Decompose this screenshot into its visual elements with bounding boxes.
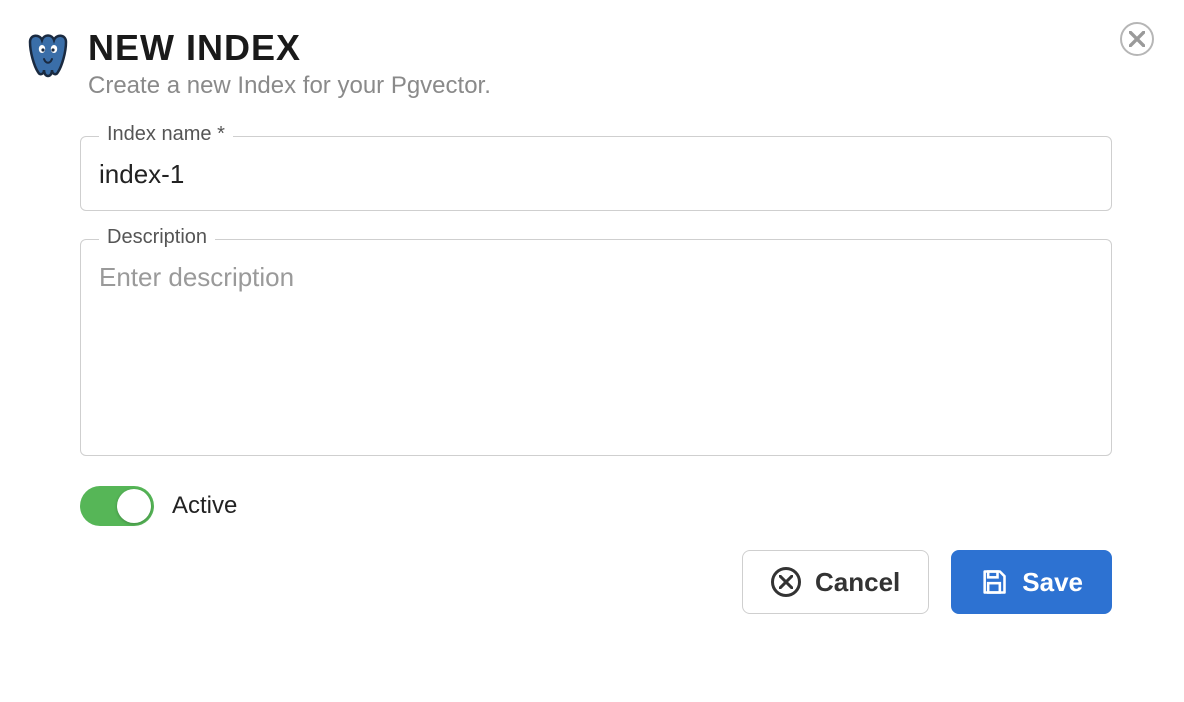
new-index-modal: NEW INDEX Create a new Index for your Pg… [0,0,1184,650]
actions-row: Cancel Save [80,550,1112,614]
index-name-label: Index name * [99,123,233,146]
description-label: Description [99,226,215,249]
cancel-icon [771,567,801,597]
form-area: Index name * Description Active Cancel [24,136,1148,614]
modal-subtitle: Create a new Index for your Pgvector. [88,72,1148,100]
toggle-knob [117,489,151,523]
active-toggle-row: Active [80,486,1112,526]
active-toggle[interactable] [80,486,154,526]
index-name-fieldset: Index name * [80,136,1112,211]
close-button[interactable] [1120,22,1154,56]
modal-title: NEW INDEX [88,28,1148,68]
cancel-button-label: Cancel [815,569,900,595]
save-button[interactable]: Save [951,550,1112,614]
cancel-button[interactable]: Cancel [742,550,929,614]
index-name-input[interactable] [81,137,1111,210]
modal-header: NEW INDEX Create a new Index for your Pg… [24,28,1148,100]
description-fieldset: Description [80,239,1112,456]
description-input[interactable] [81,240,1111,450]
save-icon [980,568,1008,596]
save-button-label: Save [1022,569,1083,595]
postgres-icon [24,32,72,82]
close-icon [1129,31,1145,47]
active-toggle-label: Active [172,492,237,520]
